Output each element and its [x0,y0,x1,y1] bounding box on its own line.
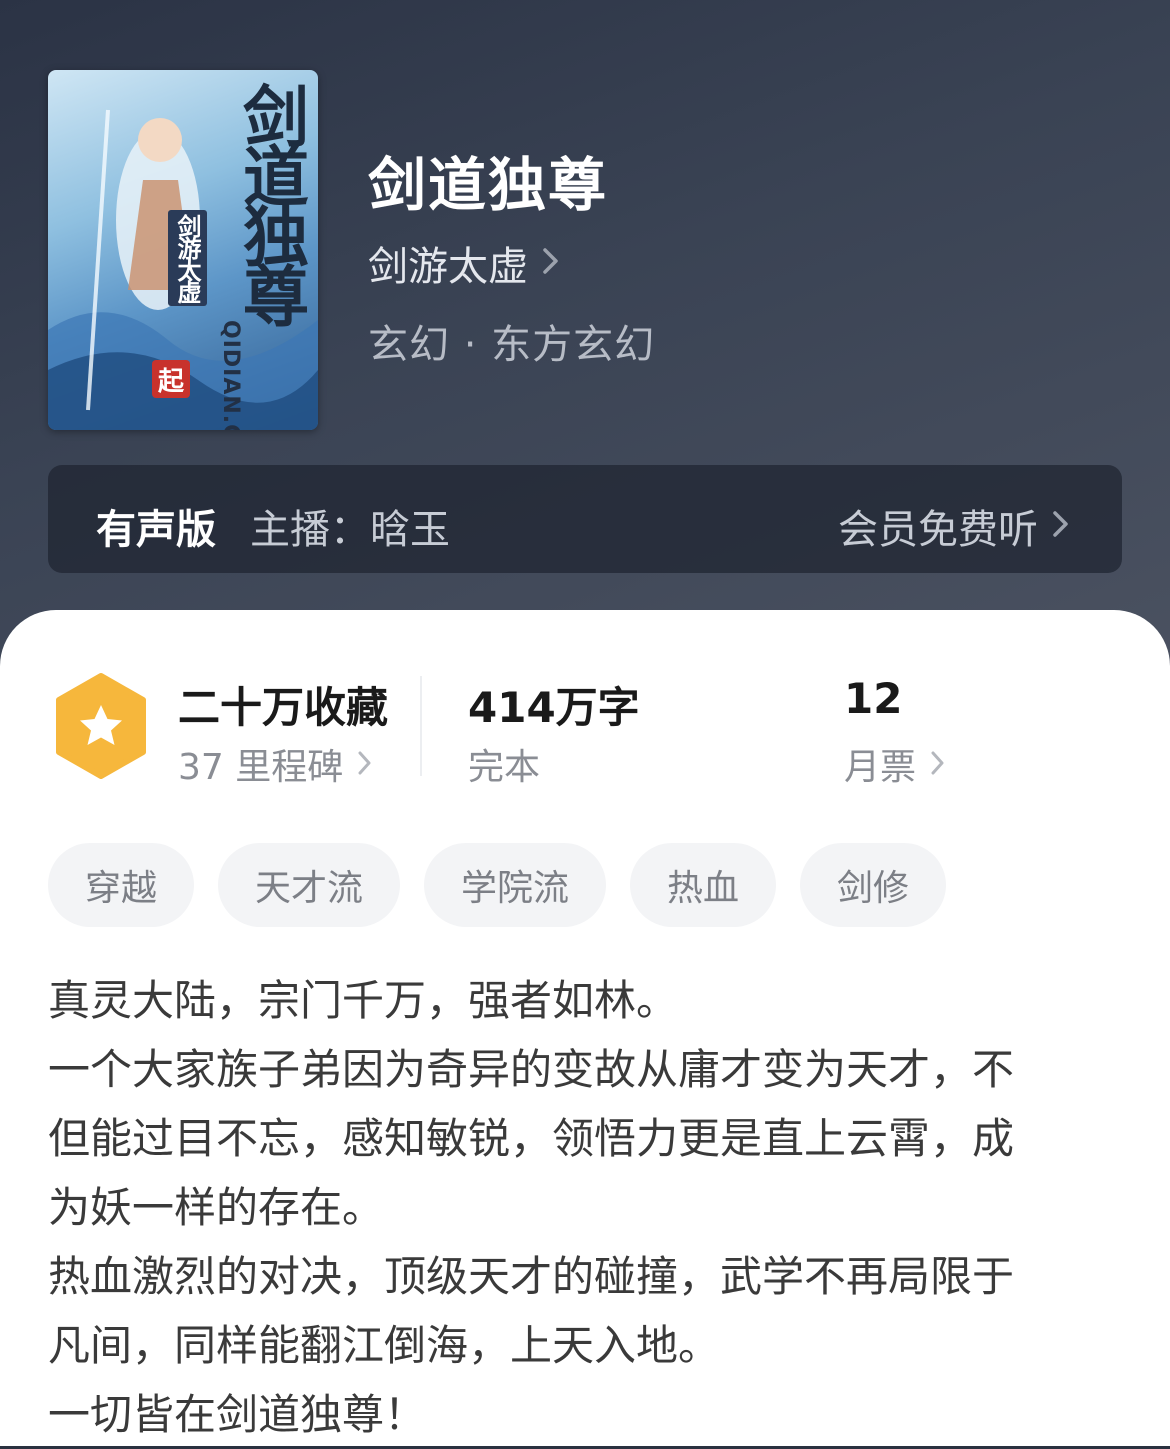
audio-label: 有声版 [96,507,216,553]
description-line: 真灵大陆，宗门千万，强者如林。 [48,976,679,1025]
audio-host: 主播：晗玉 [250,507,450,553]
milestone-label: 37 里程碑 [178,747,344,788]
cover-site: QIDIAN.COM [218,320,243,430]
tag-chip[interactable]: 剑修 [800,843,946,927]
book-cover[interactable]: 剑道独尊 剑游太虚 QIDIAN.COM 起 [48,70,318,430]
description-line: 一切皆在剑道独尊！ [48,1390,427,1439]
author-link[interactable]: 剑游太虚 [368,234,560,292]
completion-status: 完本 [468,747,541,788]
cover-seal: 起 [152,360,190,398]
chevron-right-icon [930,744,946,785]
audio-version-bar[interactable]: 有声版 主播：晗玉 会员免费听 [48,465,1122,573]
tag-chip[interactable]: 热血 [630,843,776,927]
book-description: 真灵大陆，宗门千万，强者如林。 一个大家族子弟因为奇异的变故从庸才变为天才，不 … [48,966,1128,1449]
description-line: 但能过目不忘，感知敏锐，领悟力更是直上云霄，成 [48,1114,1015,1163]
tag-chip[interactable]: 学院流 [424,843,606,927]
stats-divider [420,676,422,776]
monthly-ticket-link[interactable]: 月票 [844,738,946,790]
author-name: 剑游太虚 [368,244,528,290]
chevron-right-icon [542,240,560,286]
chevron-right-icon [1052,503,1070,549]
tag-list: 穿越 天才流 学院流 热血 剑修 [48,843,970,927]
description-line: 为妖一样的存在。 [48,1183,385,1232]
monthly-ticket-count: 12 [844,674,903,723]
description-line: 凡间，同样能翻江倒海，上天入地。 [48,1321,721,1370]
cover-author: 剑游太虚 [168,210,207,306]
tag-chip[interactable]: 穿越 [48,843,194,927]
collection-count: 二十万收藏 [178,683,389,732]
book-genre: 玄幻 · 东方玄幻 [368,322,656,368]
tag-chip[interactable]: 天才流 [218,843,400,927]
description-line: 热血激烈的对决，顶级天才的碰撞，武学不再局限于 [48,1252,1015,1301]
book-header: 剑道独尊 剑游太虚 QIDIAN.COM 起 剑道独尊 剑游太虚 玄幻 · 东方… [0,0,1170,660]
word-count: 414万字 [468,683,640,732]
monthly-ticket-label: 月票 [844,747,917,788]
description-line: 一个大家族子弟因为奇异的变故从庸才变为天才，不 [48,1045,1015,1094]
member-listen-link[interactable]: 会员免费听 [838,497,1070,555]
cover-title: 剑道独尊 [232,82,310,322]
milestone-link[interactable]: 37 里程碑 [178,738,373,790]
chevron-right-icon [357,744,373,785]
member-listen-label: 会员免费听 [838,507,1038,553]
book-title: 剑道独尊 [368,151,609,219]
collection-badge-icon [52,672,150,784]
